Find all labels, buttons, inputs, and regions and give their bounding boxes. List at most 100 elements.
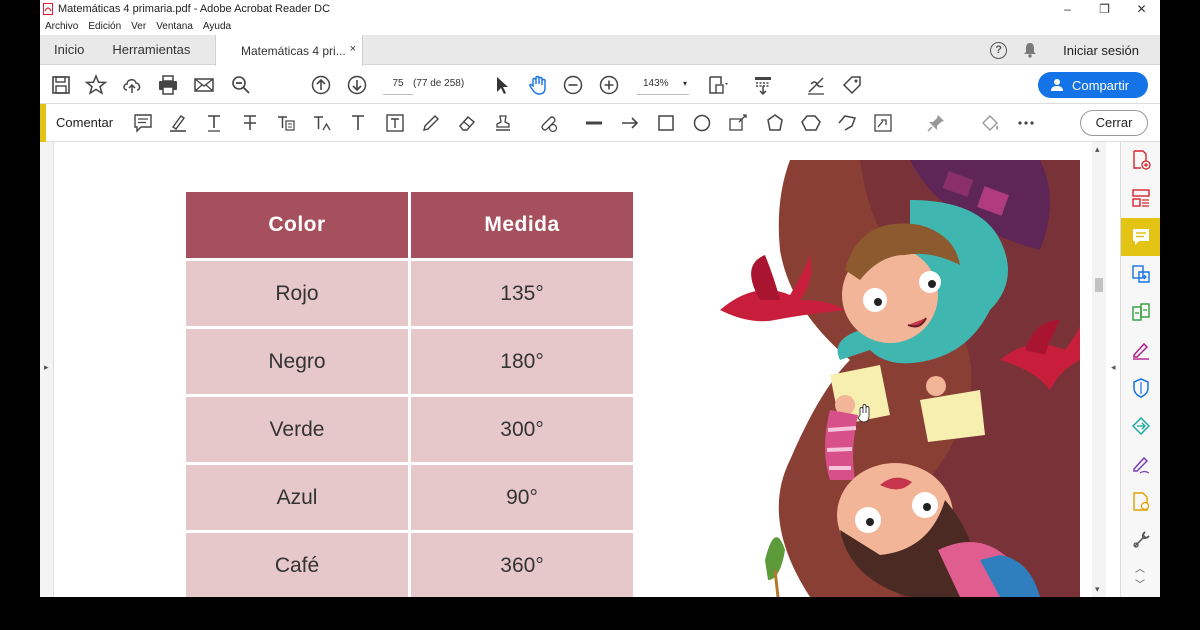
rectangle-tool-icon[interactable] (656, 113, 676, 133)
combine-files-icon[interactable] (1131, 264, 1151, 284)
share-label: Compartir (1072, 77, 1130, 93)
zoom-in-icon[interactable] (598, 74, 620, 96)
sign-pen-icon[interactable] (1131, 454, 1151, 474)
cloud-shape-icon[interactable] (801, 113, 821, 133)
scrollbar-thumb[interactable] (1095, 278, 1103, 292)
pin-icon[interactable] (926, 113, 946, 133)
polygon-icon[interactable] (765, 113, 785, 133)
send-for-review-icon[interactable] (1131, 416, 1151, 436)
comment-toolbar-label: Comentar (56, 115, 114, 130)
close-comment-button[interactable]: Cerrar (1080, 110, 1148, 136)
eraser-icon[interactable] (457, 113, 477, 133)
zoom-select[interactable]: 143% ▾ (637, 73, 689, 95)
acrobat-window: Matemáticas 4 primaria.pdf - Adobe Acrob… (40, 0, 1160, 597)
create-pdf-icon[interactable] (1131, 492, 1151, 512)
menu-ver[interactable]: Ver (131, 21, 146, 32)
color-measure-table: Color Medida Rojo 135° Negro 180° Verde … (183, 189, 636, 597)
table-cell-color: Verde (186, 397, 408, 462)
tag-share-icon[interactable] (841, 74, 863, 96)
children-illustration (720, 160, 1080, 597)
table-cell-color: Negro (186, 329, 408, 394)
share-button[interactable]: Compartir (1038, 72, 1148, 98)
highlight-icon[interactable] (168, 113, 188, 133)
menu-edicion[interactable]: Edición (88, 21, 121, 32)
pdf-file-icon (43, 3, 53, 15)
table-cell-measure: 360° (411, 533, 633, 597)
fill-sign-icon[interactable] (805, 74, 827, 96)
add-text-icon[interactable] (348, 113, 368, 133)
page-number-input[interactable]: 75 (383, 73, 413, 95)
collapse-right-panel-icon[interactable]: ◂ (1111, 362, 1116, 373)
text-box-icon[interactable] (385, 113, 405, 133)
scroll-down-icon[interactable]: ▾ (1095, 584, 1100, 595)
vertical-scrollbar[interactable]: ▴ ▾ (1092, 142, 1106, 597)
oval-tool-icon[interactable] (692, 113, 712, 133)
sticky-note-icon[interactable] (133, 113, 153, 133)
zoom-search-icon[interactable] (230, 74, 252, 96)
tab-tools[interactable]: Herramientas (112, 42, 190, 57)
table-row: Azul 90° (186, 465, 633, 530)
comment-toolbar: Comentar (40, 104, 1160, 142)
table-header-color: Color (186, 192, 408, 258)
organize-pages-icon[interactable] (1131, 188, 1151, 208)
left-panel-toggle[interactable]: ▸ (40, 142, 54, 597)
export-pdf-icon[interactable] (1131, 150, 1151, 170)
bookmark-star-icon[interactable] (85, 74, 107, 96)
scroll-mode-icon[interactable] (752, 74, 774, 96)
tab-close-icon[interactable]: × (350, 43, 356, 55)
close-window-button[interactable]: ✕ (1123, 0, 1160, 18)
protect-shield-icon[interactable] (1131, 378, 1151, 398)
help-icon[interactable]: ? (990, 41, 1008, 59)
previous-page-icon[interactable] (310, 74, 332, 96)
callout-icon[interactable] (728, 113, 748, 133)
tools-wrench-icon[interactable] (1131, 530, 1151, 550)
cloud-upload-icon[interactable] (121, 74, 143, 96)
menu-ayuda[interactable]: Ayuda (203, 21, 231, 32)
panel-scroll-down-icon[interactable]: ﹀ (1135, 576, 1145, 591)
tab-home[interactable]: Inicio (54, 42, 84, 57)
underline-text-icon[interactable] (204, 113, 224, 133)
signin-link[interactable]: Iniciar sesión (1063, 43, 1139, 58)
bell-icon[interactable] (1023, 42, 1037, 58)
save-icon[interactable] (50, 74, 72, 96)
strikethrough-icon[interactable] (240, 113, 260, 133)
attach-icon[interactable] (538, 113, 558, 133)
menu-archivo[interactable]: Archivo (45, 21, 78, 32)
expand-left-icon[interactable]: ▸ (44, 362, 49, 373)
stamp-icon[interactable] (493, 113, 513, 133)
minimize-button[interactable]: ‒ (1049, 0, 1086, 18)
document-viewport[interactable]: ▸ Color Medida Rojo 135° Negro 180° Verd… (40, 142, 1120, 597)
text-field-icon[interactable] (873, 113, 893, 133)
table-row: Negro 180° (186, 329, 633, 394)
print-icon[interactable] (157, 74, 179, 96)
scroll-up-icon[interactable]: ▴ (1095, 144, 1100, 155)
polyline-icon[interactable] (837, 113, 857, 133)
table-cell-color: Café (186, 533, 408, 597)
pencil-icon[interactable] (421, 113, 441, 133)
restore-button[interactable]: ❐ (1086, 0, 1123, 18)
more-options-icon[interactable] (1016, 113, 1036, 133)
next-page-icon[interactable] (346, 74, 368, 96)
comment-icon[interactable] (1131, 227, 1151, 247)
hand-tool-icon[interactable] (527, 74, 549, 96)
table-cell-color: Rojo (186, 261, 408, 326)
title-bar: Matemáticas 4 primaria.pdf - Adobe Acrob… (40, 0, 1160, 18)
line-tool-icon[interactable] (584, 113, 604, 133)
panel-scroll-up-icon[interactable]: ︿ (1135, 560, 1145, 575)
select-cursor-icon[interactable] (491, 74, 513, 96)
comment-accent-bar (40, 104, 46, 142)
window-title: Matemáticas 4 primaria.pdf - Adobe Acrob… (58, 3, 331, 15)
fill-sign-panel-icon[interactable] (1131, 340, 1151, 360)
insert-text-icon[interactable] (312, 113, 332, 133)
arrow-tool-icon[interactable] (620, 113, 640, 133)
table-cell-measure: 300° (411, 397, 633, 462)
replace-text-icon[interactable] (276, 113, 296, 133)
zoom-out-icon[interactable] (562, 74, 584, 96)
email-icon[interactable] (193, 74, 215, 96)
tab-document[interactable]: Matemáticas 4 pri... × (215, 35, 363, 66)
page-fit-icon[interactable] (707, 74, 729, 96)
paint-bucket-icon[interactable] (980, 113, 1000, 133)
compare-files-icon[interactable] (1131, 302, 1151, 322)
page-count-label: (77 de 258) (413, 78, 465, 89)
menu-ventana[interactable]: Ventana (156, 21, 193, 32)
